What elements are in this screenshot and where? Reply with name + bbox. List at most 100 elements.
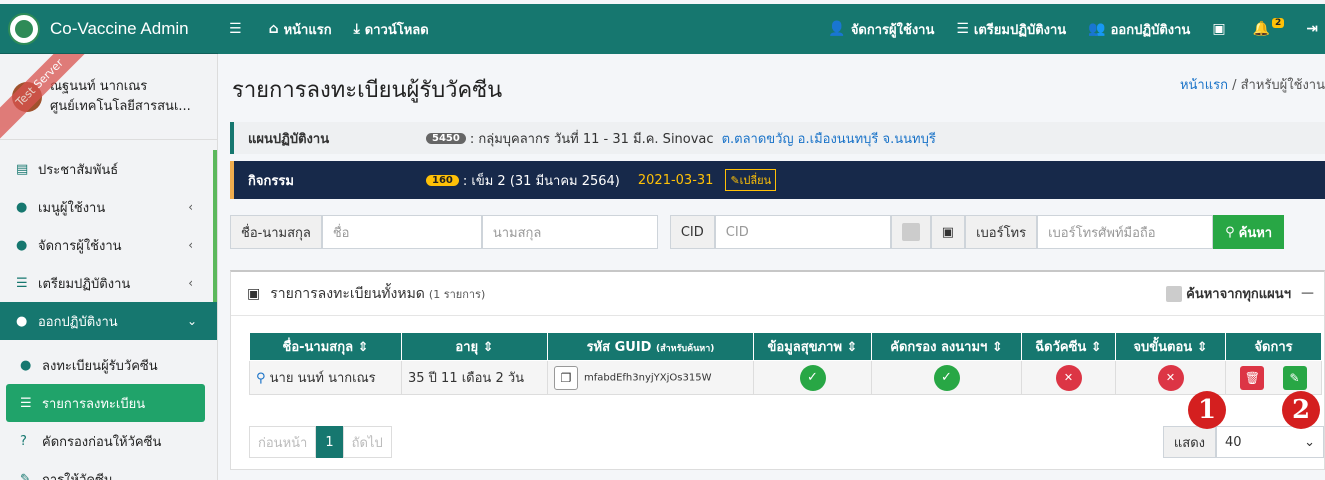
col-screening[interactable]: คัดกรอง ลงนามฯ ⇕ bbox=[871, 332, 1022, 361]
phone-input[interactable]: เบอร์โทรศัพท์มือถือ bbox=[1037, 215, 1214, 249]
cell-health: ✓ bbox=[753, 360, 872, 395]
page-size-select[interactable]: 40 ⌄ bbox=[1216, 426, 1324, 458]
logout-button[interactable]: ⇥ bbox=[1295, 21, 1325, 37]
sidebar-item-pr[interactable]: ▤ ประชาสัมพันธ์ bbox=[0, 150, 217, 188]
search-all-checkbox[interactable] bbox=[1166, 285, 1183, 302]
id-card-button[interactable]: ▣ bbox=[1201, 21, 1241, 37]
trash-icon: 🗑 bbox=[1244, 370, 1261, 385]
first-name-input[interactable]: ชื่อ bbox=[321, 215, 482, 249]
menu-toggle-button[interactable]: ☰ bbox=[218, 21, 258, 37]
change-activity-button[interactable]: ✎เปลี่ยน bbox=[725, 169, 777, 191]
main-content: รายการลงทะเบียนผู้รับวัคซีน หน้าแรก / สำ… bbox=[218, 54, 1325, 480]
next-page-button[interactable]: ถัดไป bbox=[342, 426, 392, 458]
sidebar-item-label: ประชาสัมพันธ์ bbox=[38, 162, 119, 178]
brand[interactable]: Co-Vaccine Admin bbox=[0, 4, 218, 54]
user-panel[interactable]: Test Server ณฐนนท์ นากเณร ศูนย์เทคโนโลยี… bbox=[0, 54, 217, 140]
collapse-button[interactable]: — bbox=[1301, 286, 1314, 301]
registrations-table: ชื่อ-นามสกุล ⇕ อายุ ⇕ รหัส GUID (สำหรับค… bbox=[249, 332, 1322, 395]
annotation-marker-2: 2 bbox=[1282, 391, 1320, 429]
cid-input[interactable]: CID bbox=[714, 215, 891, 249]
nav-operate[interactable]: 👥 ออกปฏิบัติงาน bbox=[1077, 19, 1201, 40]
sidebar-sub-label: คัดกรองก่อนให้วัคซีน bbox=[42, 434, 162, 450]
page-size-label: แสดง bbox=[1162, 426, 1216, 458]
sidebar-sub-label: รายการลงทะเบียน bbox=[42, 396, 146, 412]
list-icon: ☰ bbox=[20, 395, 32, 411]
table-row: ⚲ นาย นนท์ นากเณร 35 ปี 11 เดือน 2 วัน ❐… bbox=[249, 360, 1322, 395]
cell-name[interactable]: ⚲ นาย นนท์ นากเณร bbox=[249, 360, 402, 395]
cell-actions: 🗑 ✎ bbox=[1225, 360, 1322, 395]
col-guid-label: รหัส GUID bbox=[586, 340, 652, 355]
sidebar-sub-label: ลงทะเบียนผู้รับวัคซีน bbox=[42, 358, 158, 374]
id-card-icon: ▣ bbox=[941, 224, 955, 240]
sidebar-sub-registrations[interactable]: ☰ รายการลงทะเบียน bbox=[6, 384, 205, 422]
page-button[interactable]: 1 bbox=[316, 426, 343, 458]
copy-icon[interactable]: ❐ bbox=[554, 365, 578, 390]
breadcrumb-separator: / bbox=[1232, 78, 1241, 93]
col-health[interactable]: ข้อมูลสุขภาพ ⇕ bbox=[753, 332, 872, 361]
id-card-reader-button[interactable]: ▣ bbox=[930, 215, 966, 249]
sidebar-sub-register[interactable]: ● ลงทะเบียนผู้รับวัคซีน bbox=[0, 346, 217, 384]
logout-icon: ⇥ bbox=[1306, 21, 1318, 37]
col-vaccinated[interactable]: ฉีดวัคซีน ⇕ bbox=[1021, 332, 1116, 361]
bell-icon: 🔔 bbox=[1252, 21, 1270, 37]
page-size-control: แสดง 40 ⌄ bbox=[1162, 426, 1324, 458]
plan-location-link[interactable]: ต.ตลาดขวัญ อ.เมืองนนทบุรี จ.นนทบุรี bbox=[722, 128, 936, 149]
sidebar-sub-vaccination[interactable]: ✎ การให้วัคซีน bbox=[0, 460, 217, 480]
sidebar-item-operate[interactable]: ● ออกปฏิบัติงาน ⌄ bbox=[0, 302, 217, 340]
check-circle-icon[interactable]: ✓ bbox=[933, 364, 960, 391]
sidebar-sub-screening[interactable]: ? คัดกรองก่อนให้วัคซีน bbox=[0, 422, 217, 460]
edit-button[interactable]: ✎ bbox=[1282, 365, 1307, 390]
nav-manage-users[interactable]: 👤 จัดการผู้ใช้งาน bbox=[817, 19, 945, 40]
users-icon: ● bbox=[16, 313, 28, 329]
card-title: รายการลงทะเบียนทั้งหมด bbox=[270, 285, 425, 302]
sidebar-item-manage-users[interactable]: ● จัดการผู้ใช้งาน ‹ bbox=[0, 226, 217, 264]
list-icon: ☰ bbox=[16, 275, 28, 291]
plan-badge: 5450 bbox=[426, 132, 466, 144]
user-name: ณฐนนท์ นากเณร bbox=[50, 78, 148, 94]
cell-done: ✕ bbox=[1115, 360, 1226, 395]
col-name[interactable]: ชื่อ-นามสกุล ⇕ bbox=[249, 332, 402, 361]
search-icon: ⚲ bbox=[1225, 224, 1235, 240]
activity-text: : เข็ม 2 (31 มีนาคม 2564) bbox=[462, 173, 620, 189]
nav-home[interactable]: ⌂ หน้าแรก bbox=[258, 19, 343, 40]
sidebar-item-label: ออกปฏิบัติงาน bbox=[38, 314, 118, 330]
prev-page-button[interactable]: ก่อนหน้า bbox=[249, 426, 317, 458]
notification-button[interactable]: 🔔 2 bbox=[1242, 18, 1296, 37]
cid-checkbox[interactable] bbox=[890, 215, 931, 249]
nav-download[interactable]: ⤓ ดาวน์โหลด bbox=[343, 19, 440, 40]
search-button[interactable]: ⚲ ค้นหา bbox=[1213, 215, 1285, 249]
search-button-label: ค้นหา bbox=[1238, 225, 1273, 241]
pencil-icon: ✎ bbox=[1289, 370, 1300, 385]
nav-home-label: หน้าแรก bbox=[283, 22, 332, 38]
page-size-value: 40 bbox=[1225, 434, 1242, 450]
x-circle-icon[interactable]: ✕ bbox=[1157, 364, 1184, 391]
activity-badge: 160 bbox=[426, 174, 459, 186]
nav-prepare-label: เตรียมปฏิบัติงาน bbox=[973, 22, 1067, 38]
guid-text: mfabdEfh3nyjYXjOs315W bbox=[584, 372, 712, 383]
sidebar-item-prepare[interactable]: ☰ เตรียมปฏิบัติงาน ‹ bbox=[0, 264, 217, 302]
last-name-input[interactable]: นามสกุล bbox=[481, 215, 658, 249]
sidebar-item-user-menu[interactable]: ● เมนูผู้ใช้งาน ‹ bbox=[0, 188, 217, 226]
delete-button[interactable]: 🗑 bbox=[1240, 365, 1265, 390]
users-icon: 👥 bbox=[1088, 21, 1106, 37]
person-name: นาย นนท์ นากเณร bbox=[269, 371, 376, 386]
notification-badge: 2 bbox=[1272, 18, 1285, 28]
cell-vaccinated: ✕ bbox=[1021, 360, 1116, 395]
activity-bar: กิจกรรม 160 : เข็ม 2 (31 มีนาคม 2564) 20… bbox=[230, 161, 1325, 199]
brand-name: Co-Vaccine Admin bbox=[50, 18, 189, 38]
nav-prepare[interactable]: ☰ เตรียมปฏิบัติงาน bbox=[945, 19, 1077, 40]
col-done[interactable]: จบขั้นตอน ⇕ bbox=[1115, 332, 1226, 361]
breadcrumb-home-link[interactable]: หน้าแรก bbox=[1180, 78, 1228, 93]
x-circle-icon[interactable]: ✕ bbox=[1055, 364, 1082, 391]
plan-text: : กลุ่มบุคลากร วันที่ 11 - 31 มี.ค. Sino… bbox=[469, 131, 714, 147]
col-guid-note: (สำหรับค้นหา) bbox=[655, 344, 715, 354]
syringe-icon: ✎ bbox=[20, 471, 31, 480]
col-age[interactable]: อายุ ⇕ bbox=[401, 332, 548, 361]
chevron-down-icon: ⌄ bbox=[1304, 434, 1315, 450]
chevron-down-icon: ⌄ bbox=[186, 314, 197, 328]
nav-manage-users-label: จัดการผู้ใช้งาน bbox=[850, 22, 935, 38]
user-cog-icon: 👤 bbox=[828, 21, 846, 37]
nav-operate-label: ออกปฏิบัติงาน bbox=[1110, 22, 1191, 38]
check-circle-icon[interactable]: ✓ bbox=[799, 364, 826, 391]
sidebar-sub-label: การให้วัคซีน bbox=[42, 472, 113, 480]
